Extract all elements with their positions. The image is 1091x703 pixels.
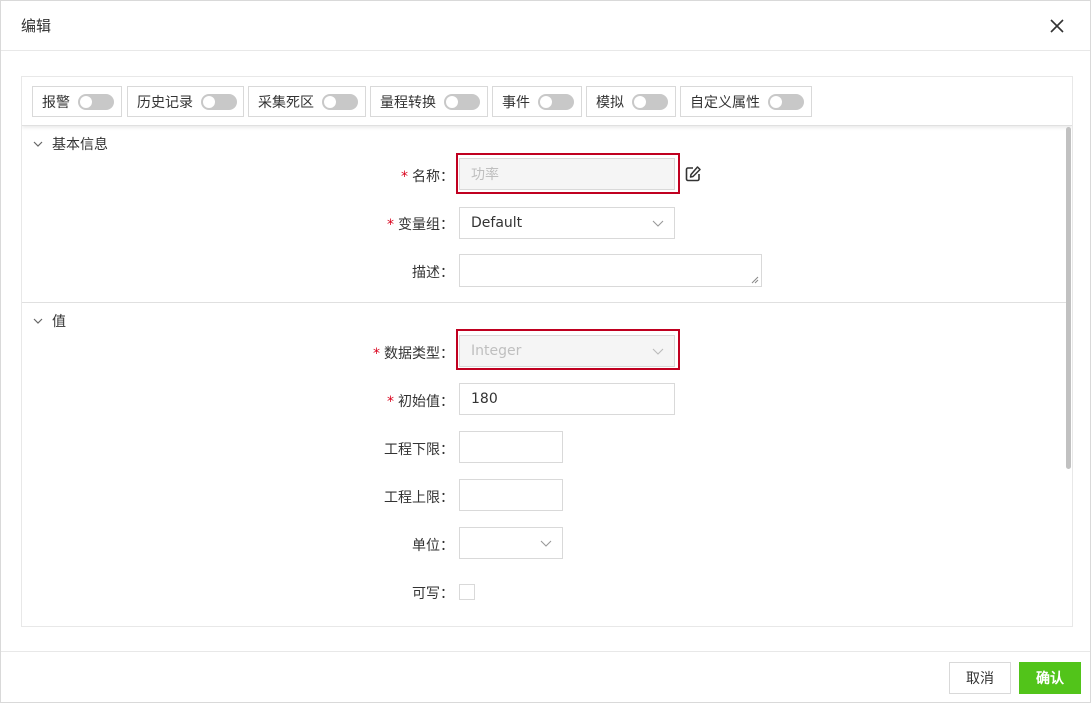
toggle-event[interactable]: 事件	[492, 86, 582, 117]
section-value[interactable]: 值	[32, 311, 66, 331]
group-label: * 变量组：	[322, 214, 454, 234]
group-label-text: 变量组：	[398, 217, 454, 233]
edit-dialog: 编辑 报警 历史记录 采集死区 量程转换 事件 模拟 自定义属性 基本信息 * …	[0, 0, 1091, 703]
chevron-down-icon	[33, 318, 43, 324]
chevron-down-icon	[652, 348, 664, 355]
name-input[interactable]: 功率	[459, 158, 675, 190]
edit-icon[interactable]	[684, 165, 702, 183]
section-basic-info[interactable]: 基本信息	[32, 134, 108, 154]
toggle-switch[interactable]	[201, 93, 237, 110]
group-value: Default	[471, 215, 523, 231]
section-title: 值	[52, 314, 66, 330]
dialog-header: 编辑	[1, 1, 1090, 51]
variable-group-select[interactable]: Default	[459, 207, 675, 239]
toggle-switch[interactable]	[322, 93, 358, 110]
confirm-button[interactable]: 确认	[1019, 662, 1081, 694]
form-panel: 报警 历史记录 采集死区 量程转换 事件 模拟 自定义属性 基本信息 * 名称：…	[21, 76, 1073, 627]
description-textarea[interactable]	[459, 254, 762, 287]
desc-label: 描述：	[412, 265, 454, 281]
toggle-label: 事件	[502, 94, 530, 111]
toggle-label: 自定义属性	[690, 94, 760, 111]
required-mark: *	[373, 346, 380, 362]
data-type-select[interactable]: Integer	[459, 335, 675, 367]
init-value: 180	[471, 391, 498, 407]
section-divider	[22, 302, 1066, 303]
toggle-history[interactable]: 历史记录	[127, 86, 244, 117]
toggle-label: 报警	[42, 94, 70, 111]
name-placeholder: 功率	[471, 167, 499, 183]
toggle-label: 采集死区	[258, 94, 314, 111]
type-label-text: 数据类型：	[384, 346, 454, 362]
toggle-switch[interactable]	[632, 93, 668, 110]
scrollbar[interactable]	[1066, 127, 1071, 469]
toggle-switch[interactable]	[538, 93, 574, 110]
toggle-alarm[interactable]: 报警	[32, 86, 122, 117]
eng-high-label: 工程上限：	[384, 490, 454, 506]
toggle-deadband[interactable]: 采集死区	[248, 86, 366, 117]
required-mark: *	[401, 169, 408, 185]
section-title: 基本信息	[52, 137, 108, 153]
footer-divider	[1, 651, 1090, 652]
close-icon[interactable]	[1047, 16, 1067, 36]
writable-label: 可写：	[412, 586, 454, 602]
chevron-down-icon	[652, 220, 664, 227]
required-mark: *	[387, 217, 394, 233]
toggle-switch[interactable]	[768, 93, 804, 110]
name-label-text: 名称：	[412, 169, 454, 185]
writable-checkbox[interactable]	[459, 584, 475, 600]
initial-value-input[interactable]: 180	[459, 383, 675, 415]
toggle-range-conversion[interactable]: 量程转换	[370, 86, 488, 117]
type-label: * 数据类型：	[322, 343, 454, 363]
type-value: Integer	[471, 343, 522, 359]
toggle-label: 量程转换	[380, 94, 436, 111]
toggle-label: 模拟	[596, 94, 624, 111]
unit-select[interactable]	[459, 527, 563, 559]
toggle-switch[interactable]	[444, 93, 480, 110]
eng-high-input[interactable]	[459, 479, 563, 511]
resize-handle-icon[interactable]	[751, 276, 759, 284]
required-mark: *	[387, 394, 394, 410]
unit-label: 单位：	[412, 538, 454, 554]
toggle-simulate[interactable]: 模拟	[586, 86, 676, 117]
chevron-down-icon	[540, 540, 552, 547]
init-label-text: 初始值：	[398, 394, 454, 410]
chevron-down-icon	[33, 141, 43, 147]
toggle-custom-attributes[interactable]: 自定义属性	[680, 86, 812, 117]
toggle-switch[interactable]	[78, 93, 114, 110]
eng-low-label: 工程下限：	[384, 442, 454, 458]
eng-low-input[interactable]	[459, 431, 563, 463]
init-label: * 初始值：	[322, 391, 454, 411]
cancel-button[interactable]: 取消	[949, 662, 1011, 694]
dialog-title: 编辑	[21, 17, 52, 35]
name-label: * 名称：	[322, 166, 454, 186]
toggle-label: 历史记录	[137, 94, 193, 111]
feature-toggle-bar: 报警 历史记录 采集死区 量程转换 事件 模拟 自定义属性	[22, 77, 1072, 126]
